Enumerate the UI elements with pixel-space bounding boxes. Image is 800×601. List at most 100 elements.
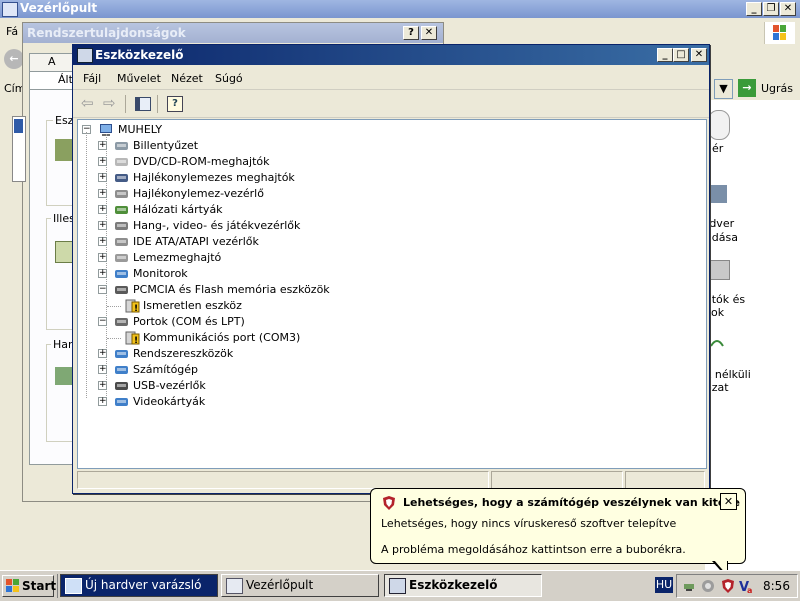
properties-help-icon[interactable]: ? <box>167 96 183 112</box>
network-tray-icon[interactable] <box>683 579 697 593</box>
device-manager-menubar: Fájl Művelet Nézet Súgó <box>73 67 709 90</box>
computer-icon <box>114 363 130 377</box>
forward-arrow-icon[interactable]: ⇨ <box>103 94 116 112</box>
tree-connector <box>107 338 121 339</box>
cp-item-wireless-label-1[interactable]: k nélküli <box>705 368 751 381</box>
expand-icon[interactable]: + <box>98 141 107 150</box>
com-port-warning-icon: ! <box>124 331 140 346</box>
volume-tray-icon[interactable] <box>701 579 715 593</box>
expand-icon[interactable]: + <box>98 253 107 262</box>
taskbar: Start Új hardver varázsló Vezérlőpult Es… <box>0 570 800 601</box>
balloon-line-2[interactable]: A probléma megoldásához kattintson erre … <box>381 543 686 556</box>
printer-icon[interactable] <box>708 260 730 280</box>
menu-action[interactable]: Művelet <box>117 72 161 85</box>
tree-label: Rendszereszközök <box>133 347 234 360</box>
balloon-line-1[interactable]: Lehetséges, hogy nincs víruskereső szoft… <box>381 517 676 530</box>
console-tree-icon[interactable] <box>135 97 151 111</box>
status-cell-3 <box>625 471 705 489</box>
tree-label: Hálózati kártyák <box>133 203 223 216</box>
task-new-hardware-wizard-label: Új hardver varázsló <box>85 578 202 592</box>
menu-view[interactable]: Nézet <box>171 72 203 85</box>
cp-minimize-button[interactable]: _ <box>746 2 762 16</box>
collapse-icon[interactable]: − <box>98 285 107 294</box>
expand-icon[interactable]: + <box>98 205 107 214</box>
sp-help-button[interactable]: ? <box>403 26 419 40</box>
task-device-manager-label: Eszközkezelő <box>409 578 498 592</box>
device-manager-statusbar <box>77 471 705 489</box>
antivirus-tray-icon[interactable]: Va <box>739 578 755 595</box>
system-properties-title: Rendszertulajdonságok <box>27 26 186 40</box>
hardware-icon[interactable] <box>709 185 727 203</box>
dm-close-button[interactable]: ✕ <box>691 48 707 62</box>
floppy-controller-icon <box>114 187 130 201</box>
cp-close-button[interactable]: ✕ <box>780 2 796 16</box>
device-manager-title: Eszközkezelő <box>95 48 184 62</box>
expand-icon[interactable]: + <box>98 157 107 166</box>
dm-minimize-button[interactable]: _ <box>657 48 673 62</box>
back-arrow-icon[interactable]: ⇦ <box>81 94 94 112</box>
task-device-manager[interactable]: Eszközkezelő <box>384 574 542 597</box>
tree-label: Kommunikációs port (COM3) <box>143 331 301 344</box>
mouse-icon[interactable] <box>708 110 730 140</box>
tree-label: Számítógép <box>133 363 199 376</box>
language-indicator[interactable]: HU <box>655 577 673 593</box>
hardware-profiles-icon <box>55 367 73 385</box>
usb-icon <box>114 379 130 393</box>
tree-connector <box>107 306 121 307</box>
address-dropdown-button[interactable]: ▼ <box>714 79 733 99</box>
start-button[interactable]: Start <box>2 575 56 597</box>
clock[interactable]: 8:56 <box>763 579 790 593</box>
expand-icon[interactable]: + <box>98 349 107 358</box>
ide-controller-icon <box>114 235 130 249</box>
cp-menu-file-fragment[interactable]: Fá <box>6 25 18 38</box>
tree-label: Lemezmeghajtó <box>133 251 222 264</box>
expand-icon[interactable]: + <box>98 237 107 246</box>
side-panel-fragment <box>12 116 26 182</box>
windows-flag-icon <box>764 22 795 44</box>
cdrom-icon <box>114 155 130 169</box>
tab-fragment-top[interactable]: A ren <box>29 53 73 84</box>
status-cell-1 <box>77 471 489 489</box>
start-label[interactable]: Start <box>22 579 56 593</box>
expand-icon[interactable]: + <box>98 365 107 374</box>
menu-file[interactable]: Fájl <box>83 72 101 85</box>
tree-label: IDE ATA/ATAPI vezérlők <box>133 235 259 248</box>
dm-maximize-button[interactable]: □ <box>673 48 689 62</box>
security-center-tray-icon[interactable] <box>721 579 735 593</box>
security-shield-icon <box>381 495 397 511</box>
device-manager-toolbar: ⇦ ⇨ ? <box>73 91 709 118</box>
go-button-label[interactable]: Ugrás <box>761 82 793 95</box>
balloon-title[interactable]: Lehetséges, hogy a számítógép veszélynek… <box>403 496 740 509</box>
tree-label: Ismeretlen eszköz <box>143 299 242 312</box>
wireless-network-icon[interactable] <box>709 334 725 350</box>
control-panel-title: Vezérlőpult <box>20 1 98 15</box>
back-arrow-icon[interactable]: ← <box>4 49 24 69</box>
expand-icon[interactable]: + <box>98 189 107 198</box>
sp-close-button[interactable]: ✕ <box>421 26 437 40</box>
cp-restore-button[interactable]: ❐ <box>763 2 779 16</box>
status-cell-2 <box>491 471 623 489</box>
expand-icon[interactable]: + <box>98 269 107 278</box>
task-control-panel[interactable]: Vezérlőpult <box>221 574 379 597</box>
menu-help[interactable]: Súgó <box>215 72 243 85</box>
network-card-icon <box>114 203 130 217</box>
go-arrow-icon[interactable]: → <box>738 79 756 97</box>
security-balloon[interactable]: Lehetséges, hogy a számítógép veszélynek… <box>370 488 746 564</box>
task-new-hardware-wizard[interactable]: Új hardver varázsló <box>60 574 218 597</box>
expand-icon[interactable]: + <box>98 221 107 230</box>
expand-icon[interactable]: + <box>98 397 107 406</box>
svg-text:!: ! <box>134 304 138 313</box>
tree-label: Billentyűzet <box>133 139 199 152</box>
port-icon <box>114 315 130 329</box>
tab-fragment-general[interactable]: Ált <box>29 71 73 89</box>
root-label: MUHELY <box>118 123 163 136</box>
collapse-icon[interactable]: − <box>98 317 107 326</box>
expand-icon[interactable]: + <box>98 173 107 182</box>
expand-icon[interactable]: + <box>98 381 107 390</box>
balloon-close-button[interactable]: ✕ <box>720 493 737 510</box>
cp-item-printers-label-1[interactable]: atók és <box>705 293 745 306</box>
tree-label: PCMCIA és Flash memória eszközök <box>133 283 330 296</box>
device-tree: − MUHELY + Billentyűzet + DVD/CD-ROM-meghaj… <box>77 119 707 469</box>
device-manager-window: Eszközkezelő _ □ ✕ Fájl Művelet Nézet Sú… <box>72 44 710 494</box>
system-devices-icon <box>114 347 130 361</box>
